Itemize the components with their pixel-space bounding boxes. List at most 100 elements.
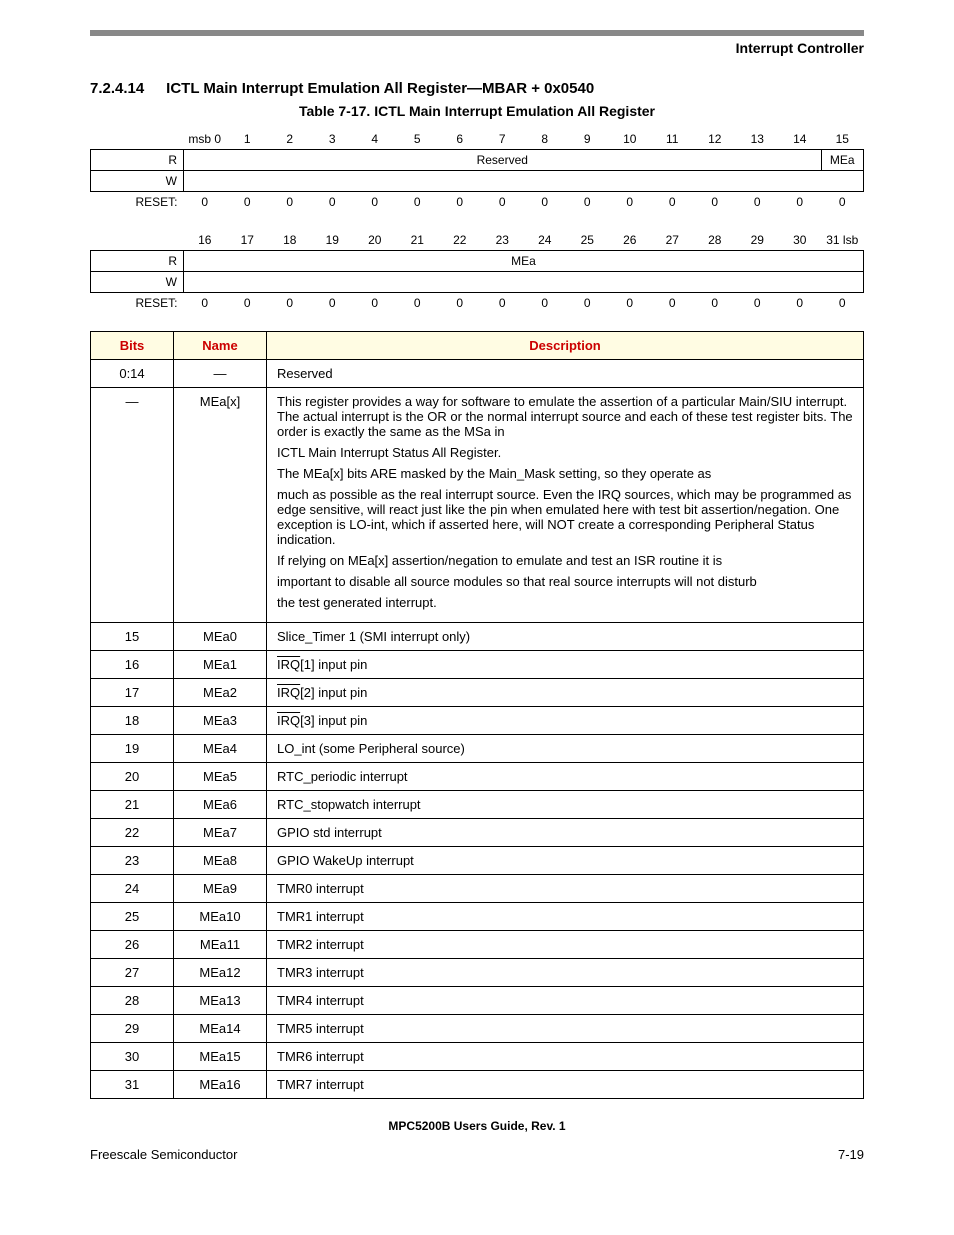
cell-name: MEa12 <box>174 959 267 987</box>
table-row: 18MEa3IRQ[3] input pin <box>91 707 864 735</box>
table-row: —MEa[x]This register provides a way for … <box>91 388 864 623</box>
table-row: 29MEa14TMR5 interrupt <box>91 1015 864 1043</box>
cell-bits: 26 <box>91 931 174 959</box>
description-table: Bits Name Description 0:14—Reserved—MEa[… <box>90 331 864 1099</box>
table-row: 24MEa9TMR0 interrupt <box>91 875 864 903</box>
cell-name: MEa1 <box>174 651 267 679</box>
table-row: 20MEa5RTC_periodic interrupt <box>91 763 864 791</box>
cell-bits: 23 <box>91 847 174 875</box>
cell-bits: — <box>91 388 174 623</box>
bit-diagram-upper: msb 0123 4567 891011 12131415 R Reserved… <box>90 129 864 212</box>
cell-bits: 24 <box>91 875 174 903</box>
cell-name: MEa0 <box>174 623 267 651</box>
cell-bits: 16 <box>91 651 174 679</box>
cell-description: Slice_Timer 1 (SMI interrupt only) <box>267 623 864 651</box>
cell-description: This register provides a way for softwar… <box>267 388 864 623</box>
cell-description: TMR0 interrupt <box>267 875 864 903</box>
cell-name: MEa13 <box>174 987 267 1015</box>
cell-name: MEa14 <box>174 1015 267 1043</box>
cell-bits: 27 <box>91 959 174 987</box>
cell-name: MEa15 <box>174 1043 267 1071</box>
cell-bits: 0:14 <box>91 360 174 388</box>
row-label-w: W <box>91 272 184 293</box>
cell-name: MEa4 <box>174 735 267 763</box>
cell-bits: 20 <box>91 763 174 791</box>
cell-name: MEa11 <box>174 931 267 959</box>
cell-name: — <box>174 360 267 388</box>
row-label-w: W <box>91 171 184 192</box>
cell-bits: 30 <box>91 1043 174 1071</box>
cell-name: MEa7 <box>174 819 267 847</box>
cell-description: GPIO std interrupt <box>267 819 864 847</box>
cell-description: RTC_periodic interrupt <box>267 763 864 791</box>
table-row: 31MEa16TMR7 interrupt <box>91 1071 864 1099</box>
row-label-r: R <box>91 150 184 171</box>
section-number: 7.2.4.14 <box>90 80 162 97</box>
cell-description: TMR3 interrupt <box>267 959 864 987</box>
field-mea-bit15: MEa <box>821 150 864 171</box>
cell-name: MEa9 <box>174 875 267 903</box>
cell-name: MEa8 <box>174 847 267 875</box>
bit-number-row: 16171819 20212223 24252627 28293031 lsb <box>91 230 864 251</box>
cell-bits: 17 <box>91 679 174 707</box>
cell-description: Reserved <box>267 360 864 388</box>
cell-bits: 15 <box>91 623 174 651</box>
bit-diagram-lower: 16171819 20212223 24252627 28293031 lsb … <box>90 230 864 313</box>
document-section-title: Interrupt Controller <box>90 40 864 56</box>
table-row: 25MEa10TMR1 interrupt <box>91 903 864 931</box>
cell-bits: 28 <box>91 987 174 1015</box>
field-reserved: Reserved <box>184 150 822 171</box>
table-caption: Table 7-17. ICTL Main Interrupt Emulatio… <box>90 103 864 119</box>
field-mea: MEa <box>184 251 864 272</box>
cell-description: LO_int (some Peripheral source) <box>267 735 864 763</box>
cell-bits: 18 <box>91 707 174 735</box>
table-row: 28MEa13TMR4 interrupt <box>91 987 864 1015</box>
table-row: 22MEa7GPIO std interrupt <box>91 819 864 847</box>
cell-description: IRQ[1] input pin <box>267 651 864 679</box>
cell-name: MEa[x] <box>174 388 267 623</box>
cell-bits: 31 <box>91 1071 174 1099</box>
cell-name: MEa6 <box>174 791 267 819</box>
reset-row: RESET: 0000 0000 0000 0000 <box>91 192 864 213</box>
footer-center: MPC5200B Users Guide, Rev. 1 <box>90 1119 864 1133</box>
col-header-desc: Description <box>267 332 864 360</box>
reset-row: RESET: 0000 0000 0000 0000 <box>91 293 864 314</box>
section-title: ICTL Main Interrupt Emulation All Regist… <box>166 80 594 97</box>
cell-name: MEa10 <box>174 903 267 931</box>
cell-name: MEa16 <box>174 1071 267 1099</box>
cell-description: RTC_stopwatch interrupt <box>267 791 864 819</box>
table-row: 16MEa1IRQ[1] input pin <box>91 651 864 679</box>
field-w-empty <box>184 171 864 192</box>
table-row: 30MEa15TMR6 interrupt <box>91 1043 864 1071</box>
field-w-empty <box>184 272 864 293</box>
table-row: 17MEa2IRQ[2] input pin <box>91 679 864 707</box>
col-header-bits: Bits <box>91 332 174 360</box>
footer-right: 7-19 <box>838 1147 864 1162</box>
cell-description: TMR2 interrupt <box>267 931 864 959</box>
cell-description: IRQ[2] input pin <box>267 679 864 707</box>
header-bar <box>90 30 864 36</box>
table-row: 0:14—Reserved <box>91 360 864 388</box>
table-row: 15MEa0Slice_Timer 1 (SMI interrupt only) <box>91 623 864 651</box>
cell-bits: 19 <box>91 735 174 763</box>
table-row: 26MEa11TMR2 interrupt <box>91 931 864 959</box>
cell-description: TMR6 interrupt <box>267 1043 864 1071</box>
cell-description: TMR7 interrupt <box>267 1071 864 1099</box>
cell-bits: 25 <box>91 903 174 931</box>
bit-number-row: msb 0123 4567 891011 12131415 <box>91 129 864 150</box>
cell-bits: 29 <box>91 1015 174 1043</box>
table-row: 23MEa8GPIO WakeUp interrupt <box>91 847 864 875</box>
table-row: 21MEa6RTC_stopwatch interrupt <box>91 791 864 819</box>
cell-description: GPIO WakeUp interrupt <box>267 847 864 875</box>
cell-description: TMR1 interrupt <box>267 903 864 931</box>
cell-description: TMR5 interrupt <box>267 1015 864 1043</box>
cell-description: IRQ[3] input pin <box>267 707 864 735</box>
section-heading: 7.2.4.14 ICTL Main Interrupt Emulation A… <box>90 80 864 97</box>
cell-bits: 21 <box>91 791 174 819</box>
cell-name: MEa5 <box>174 763 267 791</box>
table-row: 27MEa12TMR3 interrupt <box>91 959 864 987</box>
footer-left: Freescale Semiconductor <box>90 1147 237 1162</box>
cell-name: MEa3 <box>174 707 267 735</box>
cell-description: TMR4 interrupt <box>267 987 864 1015</box>
cell-bits: 22 <box>91 819 174 847</box>
